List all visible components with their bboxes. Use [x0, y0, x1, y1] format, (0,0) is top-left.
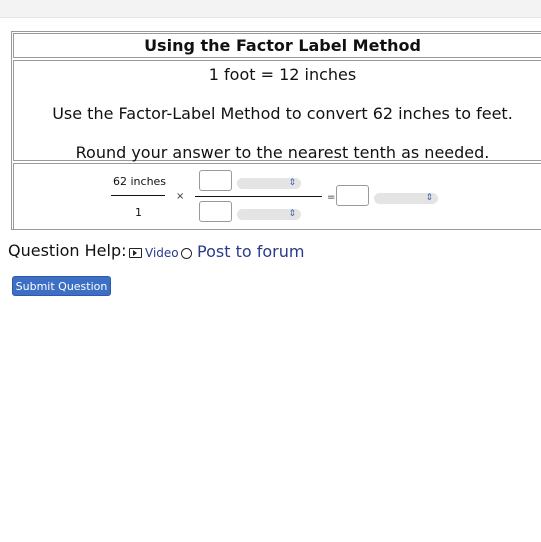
question-body: 1 foot = 12 inches Use the Factor-Label … — [13, 60, 541, 162]
denominator-unit-select[interactable]: ⇕ — [237, 209, 301, 220]
times-symbol: × — [176, 191, 185, 202]
chevron-updown-icon: ⇕ — [425, 193, 433, 203]
submit-question-button[interactable]: Submit Question — [12, 276, 111, 296]
forum-icon[interactable] — [181, 248, 192, 259]
rounding-note: Round your answer to the nearest tenth a… — [75, 143, 490, 162]
numerator-value-input[interactable] — [199, 170, 232, 191]
given-numerator: 62 inches — [113, 175, 167, 188]
top-bar — [0, 0, 541, 18]
question-title: Using the Factor Label Method — [13, 33, 541, 58]
factor-fraction-bar — [195, 196, 322, 197]
conversion-fact: 1 foot = 12 inches — [208, 65, 357, 84]
denominator-value-input[interactable] — [199, 201, 232, 222]
equals-symbol: = — [327, 192, 336, 203]
given-fraction-bar — [111, 195, 165, 196]
video-icon[interactable] — [129, 248, 142, 258]
question-help-label: Question Help: — [8, 241, 127, 260]
answer-unit-select[interactable]: ⇕ — [374, 193, 438, 204]
chevron-updown-icon: ⇕ — [288, 178, 296, 188]
chevron-updown-icon: ⇕ — [288, 209, 296, 219]
question-help: Question Help: — [8, 241, 127, 260]
answer-value-input[interactable] — [336, 185, 369, 206]
video-link[interactable]: Video — [145, 246, 179, 260]
question-table: Using the Factor Label Method 1 foot = 1… — [11, 31, 541, 230]
numerator-unit-select[interactable]: ⇕ — [237, 178, 301, 189]
given-denominator: 1 — [135, 206, 142, 219]
post-to-forum-link[interactable]: Post to forum — [197, 242, 304, 261]
work-area: 62 inches 1 × ⇕ ⇕ = ⇕ — [13, 163, 541, 230]
question-instruction: Use the Factor-Label Method to convert 6… — [52, 104, 513, 123]
